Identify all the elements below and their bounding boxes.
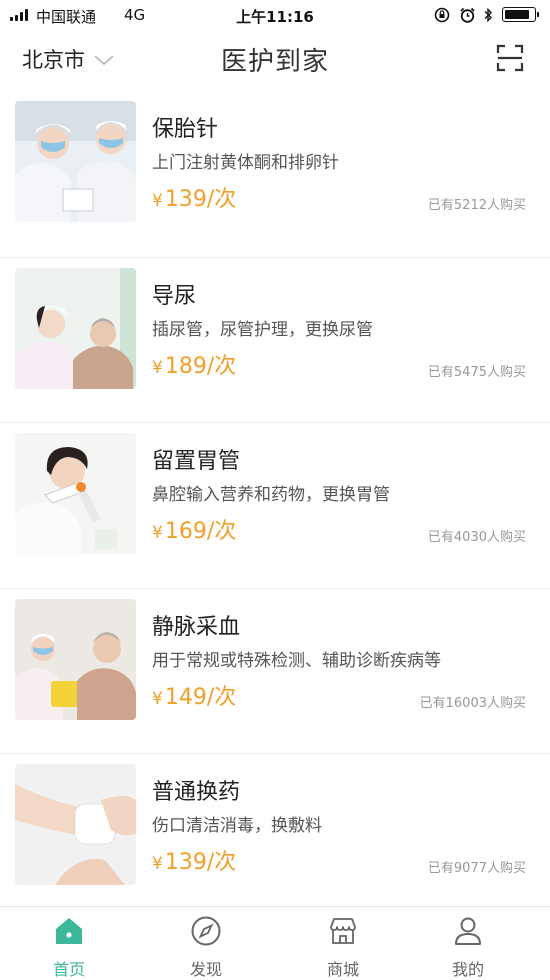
service-description: 伤口清洁消毒，换敷料 <box>152 816 322 836</box>
tab-mall[interactable]: 商城 <box>293 915 393 980</box>
bottom-tab-bar: 首页 发现 商城 我的 <box>0 906 550 980</box>
service-name: 留置胃管 <box>152 449 241 474</box>
currency-symbol: ¥ <box>152 523 163 543</box>
price-value: 189/次 <box>164 353 237 379</box>
service-price: ¥139/次 <box>152 844 236 876</box>
service-item[interactable]: 保胎针 上门注射黄体酮和排卵针 ¥139/次 已有5212人购买 <box>0 91 550 257</box>
service-image <box>15 433 136 554</box>
currency-symbol: ¥ <box>152 688 163 709</box>
currency-symbol: ¥ <box>152 191 163 211</box>
service-item[interactable]: 导尿 插尿管，尿管护理，更换尿管 ¥189/次 已有5475人购买 <box>0 256 550 423</box>
price-value: 139/次 <box>164 850 237 875</box>
purchase-count: 已有9077人购买 <box>427 861 526 876</box>
tab-home[interactable]: 首页 <box>19 915 119 980</box>
page-title: 医护到家 <box>220 47 329 77</box>
tab-discover[interactable]: 发现 <box>156 915 256 980</box>
service-image <box>15 101 136 222</box>
service-image <box>15 598 136 720</box>
service-name: 普通换药 <box>152 780 241 805</box>
service-name: 静脉采血 <box>152 614 241 640</box>
scan-icon[interactable] <box>496 44 524 72</box>
service-name: 保胎针 <box>152 117 219 142</box>
purchase-count: 已有16003人购买 <box>419 695 526 711</box>
battery-icon <box>502 7 539 22</box>
tab-label: 商城 <box>326 960 359 979</box>
tab-label: 首页 <box>52 960 85 979</box>
rotation-lock-icon <box>434 7 450 23</box>
price-value: 139/次 <box>164 187 237 212</box>
service-price: ¥169/次 <box>152 513 236 545</box>
service-item[interactable]: 静脉采血 用于常规或特殊检测、辅助诊断疾病等 ¥149/次 已有16003人购买 <box>0 587 550 754</box>
status-bar: 中国联通 4G 上午11:16 <box>0 0 550 30</box>
service-image <box>15 764 136 885</box>
price-value: 149/次 <box>164 684 237 710</box>
store-icon <box>330 918 356 944</box>
purchase-count: 已有5212人购买 <box>427 198 526 213</box>
service-price: ¥149/次 <box>152 679 236 711</box>
service-description: 插尿管，尿管护理，更换尿管 <box>152 319 373 340</box>
service-description: 鼻腔输入营养和药物，更换胃管 <box>152 485 390 505</box>
home-icon <box>56 918 82 944</box>
service-name: 导尿 <box>152 283 197 309</box>
service-item[interactable]: 留置胃管 鼻腔输入营养和药物，更换胃管 ¥169/次 已有4030人购买 <box>0 422 550 588</box>
service-description: 上门注射黄体酮和排卵针 <box>152 153 339 173</box>
service-list: 保胎针 上门注射黄体酮和排卵针 ¥139/次 已有5212人购买 导尿 插尿管，… <box>0 91 550 919</box>
service-description: 用于常规或特殊检测、辅助诊断疾病等 <box>152 650 441 671</box>
price-value: 169/次 <box>164 519 237 544</box>
app-header: 北京市 医护到家 <box>0 30 550 88</box>
alarm-icon <box>460 7 475 23</box>
person-icon <box>455 917 481 945</box>
currency-symbol: ¥ <box>152 854 163 874</box>
service-price: ¥189/次 <box>152 348 236 380</box>
currency-symbol: ¥ <box>152 357 163 378</box>
bluetooth-icon <box>484 7 492 23</box>
tab-profile[interactable]: 我的 <box>418 915 518 980</box>
service-image <box>15 267 136 389</box>
purchase-count: 已有4030人购买 <box>427 530 526 545</box>
tab-label: 我的 <box>451 960 484 979</box>
purchase-count: 已有5475人购买 <box>427 364 526 380</box>
service-item[interactable]: 普通换药 伤口清洁消毒，换敷料 ¥139/次 已有9077人购买 <box>0 753 550 919</box>
tab-label: 发现 <box>189 960 222 979</box>
service-price: ¥139/次 <box>152 181 236 213</box>
compass-icon <box>191 916 221 946</box>
